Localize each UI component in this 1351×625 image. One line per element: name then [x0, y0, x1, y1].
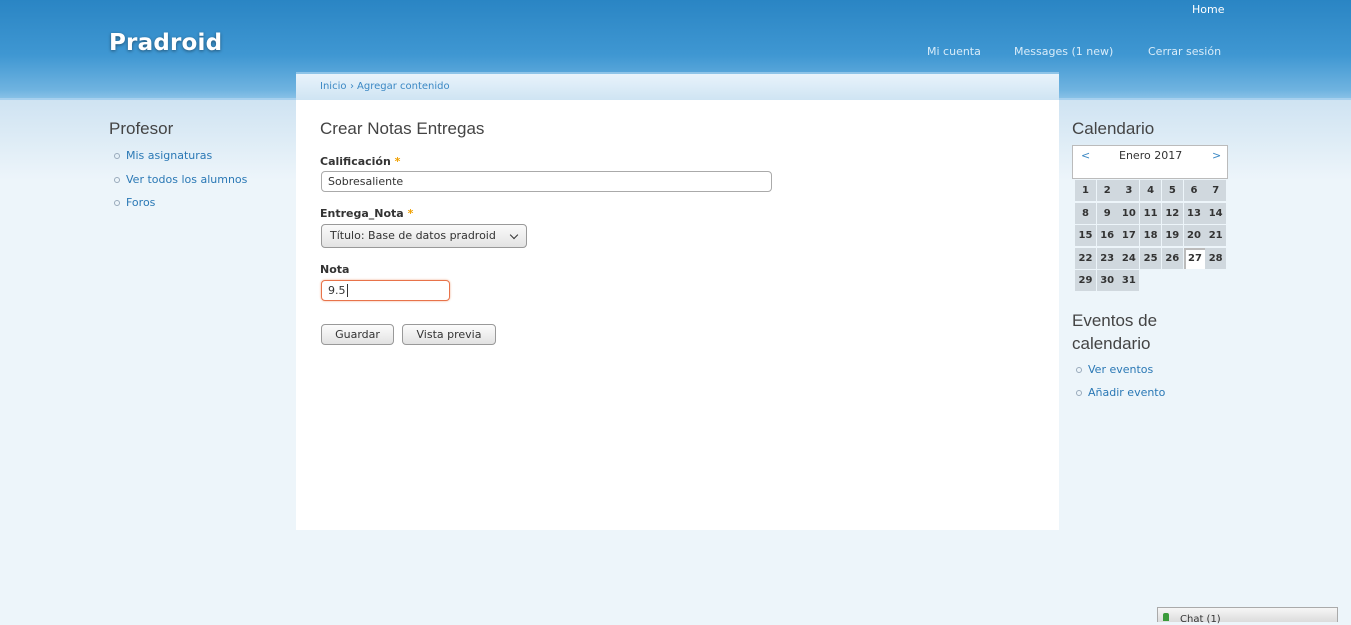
calendar-day-17[interactable]: 17 [1118, 225, 1140, 246]
bullet-icon [1076, 367, 1082, 373]
home-link[interactable]: Home [1192, 3, 1224, 16]
calendar-day-23[interactable]: 23 [1096, 247, 1118, 269]
events-title: Eventos de calendario [1072, 311, 1158, 353]
calendar-day-9[interactable]: 9 [1096, 202, 1118, 224]
bullet-icon [1076, 390, 1082, 396]
calendar-day-12[interactable]: 12 [1161, 202, 1183, 224]
calendar-day-20[interactable]: 20 [1183, 225, 1205, 246]
main-content: Inicio › Agregar contenido Crear Notas E… [296, 72, 1059, 530]
save-button[interactable]: Guardar [321, 324, 394, 345]
calendar-day-21[interactable]: 21 [1205, 225, 1227, 246]
calendar-day-19[interactable]: 19 [1161, 225, 1183, 246]
calendar-day-29[interactable]: 29 [1075, 270, 1096, 291]
calendar-day-11[interactable]: 11 [1140, 202, 1162, 224]
calendar-day-2[interactable]: 2 [1096, 180, 1118, 201]
chat-bar[interactable]: Chat (1) [1157, 607, 1338, 625]
logout-link[interactable]: Cerrar sesión [1148, 45, 1221, 58]
breadcrumb-home-link[interactable]: Inicio [320, 81, 346, 92]
calificacion-label: Calificación * [320, 155, 401, 168]
calendar-day-27[interactable]: 27 [1183, 247, 1205, 269]
my-account-link[interactable]: Mi cuenta [927, 45, 981, 58]
required-marker: * [394, 155, 401, 168]
calendar-day-24[interactable]: 24 [1118, 247, 1140, 269]
calendar-next-button[interactable]: > [1212, 149, 1221, 162]
entrega-nota-label: Entrega_Nota * [320, 207, 414, 220]
calendar-header: < Enero 2017 > [1072, 145, 1228, 179]
calendar-day-26[interactable]: 26 [1161, 247, 1183, 269]
calendar-day-31[interactable]: 31 [1118, 270, 1140, 291]
nota-input[interactable]: 9.5 [321, 280, 450, 301]
calificacion-input[interactable]: Sobresaliente [321, 171, 772, 192]
chat-label: Chat (1) [1180, 614, 1221, 625]
breadcrumb: Inicio › Agregar contenido [296, 72, 1059, 100]
add-event-link[interactable]: Añadir evento [1088, 386, 1165, 399]
breadcrumb-separator: › [350, 81, 354, 92]
calendar-prev-button[interactable]: < [1081, 149, 1090, 162]
chevron-down-icon [509, 230, 519, 240]
calendar-day-4[interactable]: 4 [1140, 180, 1162, 201]
calendar-day-18[interactable]: 18 [1140, 225, 1162, 246]
bullet-icon [114, 177, 120, 183]
sidebar-item-foros[interactable]: Foros [126, 196, 155, 209]
sidebar-item-mis-asignaturas[interactable]: Mis asignaturas [126, 149, 212, 162]
calendar-day-5[interactable]: 5 [1161, 180, 1183, 201]
calendar-day-14[interactable]: 14 [1205, 202, 1227, 224]
messages-link[interactable]: Messages (1 new) [1014, 45, 1113, 58]
calendar-day-6[interactable]: 6 [1183, 180, 1205, 201]
calendar-title: Calendario [1072, 119, 1155, 138]
sidebar-title: Profesor [109, 119, 174, 138]
calendar-day-13[interactable]: 13 [1183, 202, 1205, 224]
calendar-day-10[interactable]: 10 [1118, 202, 1140, 224]
calendar-day-25[interactable]: 25 [1140, 247, 1162, 269]
calendar-day-1[interactable]: 1 [1075, 180, 1096, 201]
required-marker: * [407, 207, 414, 220]
calendar-day-22[interactable]: 22 [1075, 247, 1096, 269]
nota-label: Nota [320, 263, 350, 276]
calendar-day-7[interactable]: 7 [1205, 180, 1227, 201]
sidebar-item-ver-alumnos[interactable]: Ver todos los alumnos [126, 173, 247, 186]
calendar-day-8[interactable]: 8 [1075, 202, 1096, 224]
preview-button[interactable]: Vista previa [402, 324, 496, 345]
calendar-day-15[interactable]: 15 [1075, 225, 1096, 246]
entrega-nota-selected: Título: Base de datos pradroid [330, 229, 496, 242]
calendar-day-16[interactable]: 16 [1096, 225, 1118, 246]
site-name-link[interactable]: Pradroid [109, 30, 222, 56]
chat-icon [1163, 613, 1169, 621]
calendar-day-3[interactable]: 3 [1118, 180, 1140, 201]
page-title: Crear Notas Entregas [320, 119, 485, 138]
calendar-day-30[interactable]: 30 [1096, 270, 1118, 291]
breadcrumb-current-link[interactable]: Agregar contenido [357, 81, 450, 92]
calendar-month: Enero 2017 [1119, 149, 1183, 162]
calendar-day-28[interactable]: 28 [1205, 247, 1227, 269]
view-events-link[interactable]: Ver eventos [1088, 363, 1153, 376]
entrega-nota-select[interactable]: Título: Base de datos pradroid [321, 224, 527, 248]
bullet-icon [114, 200, 120, 206]
bullet-icon [114, 153, 120, 159]
